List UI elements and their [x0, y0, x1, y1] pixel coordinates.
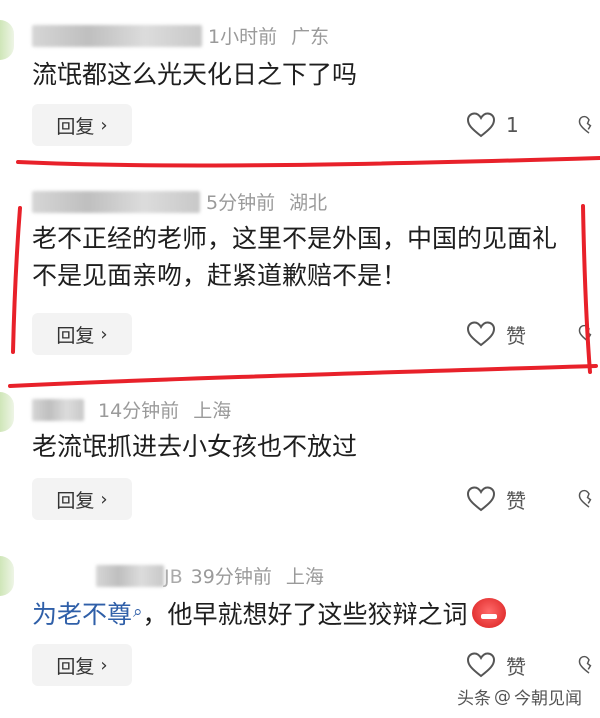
reply-button[interactable]: 回复 ›: [32, 104, 132, 146]
reply-label: 回复: [56, 324, 95, 347]
comment-time: 1小时前: [208, 26, 278, 48]
comment-time: 5分钟前: [206, 192, 276, 214]
username-redacted[interactable]: [32, 191, 200, 213]
annotation-top-line: [16, 156, 600, 168]
username-suffix: JB: [164, 566, 183, 588]
dislike-button[interactable]: [578, 644, 600, 686]
comment-location: 上海: [285, 566, 324, 588]
like-button[interactable]: 赞: [466, 644, 526, 686]
heart-icon: [466, 486, 496, 512]
watermark-brand: 头条: [457, 689, 491, 709]
like-count: 1: [506, 113, 519, 137]
comment-location: 上海: [193, 400, 232, 422]
chevron-right-icon: ›: [100, 488, 108, 510]
username-redacted[interactable]: [32, 25, 202, 47]
hashtag-text: 为老不尊: [32, 600, 133, 629]
like-label: 赞: [506, 488, 526, 513]
heart-icon: [466, 321, 496, 347]
avatar[interactable]: [0, 556, 14, 596]
watermark: 头条 @ 今朝见闻: [457, 684, 582, 710]
magnifier-icon: ⌕: [133, 602, 143, 622]
broken-heart-icon: [578, 655, 592, 674]
username-redacted[interactable]: [96, 565, 164, 587]
chevron-right-icon: ›: [100, 323, 108, 345]
reply-button[interactable]: 回复 ›: [32, 644, 132, 686]
reply-label: 回复: [56, 655, 95, 678]
dislike-button[interactable]: [578, 478, 600, 520]
dislike-button[interactable]: [578, 313, 600, 355]
comment-time: 14分钟前: [98, 400, 180, 422]
comment-text-rest: ，他早就想好了这些狡辩之词: [142, 600, 468, 629]
comment-text: 流氓都这么光天化日之下了吗: [32, 60, 358, 89]
like-button[interactable]: 1: [466, 104, 519, 146]
like-button[interactable]: 赞: [466, 313, 526, 355]
annotation-left-line: [11, 206, 22, 354]
reply-label: 回复: [56, 489, 95, 512]
like-button[interactable]: 赞: [466, 478, 526, 520]
heart-icon: [466, 652, 496, 678]
comment-location: 湖北: [289, 192, 328, 214]
comment-meta: 1小时前 广东: [32, 22, 329, 49]
comment-text: 为老不尊⌕，他早就想好了这些狡辩之词: [32, 594, 572, 633]
comment-meta: 5分钟前 湖北: [32, 188, 327, 215]
hashtag-link[interactable]: 为老不尊⌕: [32, 600, 143, 629]
dislike-button[interactable]: [578, 104, 600, 146]
avatar[interactable]: [0, 392, 14, 432]
chevron-right-icon: ›: [100, 114, 108, 136]
reply-label: 回复: [56, 115, 95, 138]
reply-button[interactable]: 回复 ›: [32, 313, 132, 355]
comment-text: 老不正经的老师，这里不是外国，中国的见面礼不是见面亲吻，赶紧道歉赔不是！: [32, 224, 558, 290]
like-label: 赞: [506, 323, 526, 348]
broken-heart-icon: [578, 324, 592, 343]
annotation-bottom-line: [8, 364, 598, 388]
chevron-right-icon: ›: [100, 654, 108, 676]
comment-location: 广东: [291, 26, 330, 48]
comment-meta: JB 39分钟前 上海: [96, 562, 324, 589]
comment-text: 老流氓抓进去小女孩也不放过: [32, 432, 358, 461]
comment-meta: 14分钟前 上海: [32, 396, 231, 423]
reply-button[interactable]: 回复 ›: [32, 478, 132, 520]
avatar[interactable]: [0, 20, 14, 60]
watermark-at: @: [494, 686, 511, 707]
heart-icon: [466, 112, 496, 138]
broken-heart-icon: [578, 489, 592, 508]
watermark-account: 今朝见闻: [514, 689, 582, 709]
comment-time: 39分钟前: [190, 566, 272, 588]
username-redacted[interactable]: [32, 399, 84, 421]
broken-heart-icon: [578, 115, 592, 134]
angry-face-icon: [471, 598, 506, 628]
like-label: 赞: [506, 654, 526, 679]
